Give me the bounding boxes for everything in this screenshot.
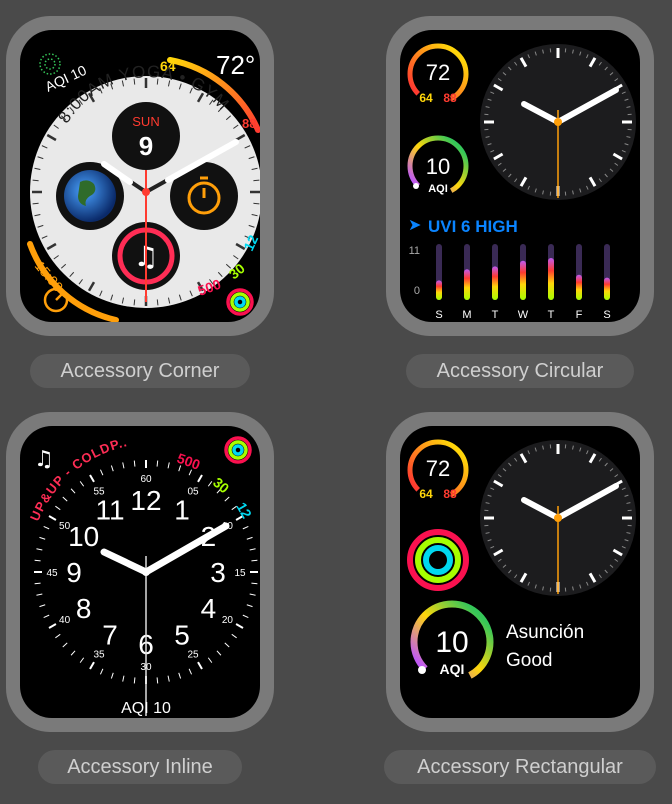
minute-label: 40 [59,615,71,626]
hour-label: 9 [66,557,82,588]
date-label: 9 [139,131,153,161]
activity-rings-icon[interactable] [224,436,252,464]
circular-face: 72 64 88 10 AQI ➤ UVI 6 HIGH 11 0 S M T W T F… [407,43,636,321]
circular-screen: 72 64 88 10 AQI ➤ UVI 6 HIGH 11 0 S M T W T F… [400,30,640,322]
rectangular-face: 72 64 88 10 AQI Asunción Good [407,439,636,684]
watch-inline[interactable]: 600510152025303540455055121234567891011 … [6,412,274,732]
aqi-city[interactable]: Asunción [506,622,584,643]
uvi-day-label: F [576,309,583,321]
uvi-bar [604,277,610,300]
temp-high: 88 [242,116,256,131]
uvi-day-label: W [518,309,529,321]
rectangular-screen: 72 64 88 10 AQI Asunción Good [400,426,640,718]
temp-low: 64 [419,487,433,501]
minute-label: 35 [93,649,105,660]
watch-rectangular[interactable]: 72 64 88 10 AQI Asunción Good [386,412,654,732]
minute-label: 25 [187,649,199,660]
temp-value[interactable]: 72 [426,456,450,481]
uvi-bar [548,258,554,300]
aqi-quality: Good [506,650,552,671]
minute-label: 45 [46,568,58,579]
uvi-bar [520,260,526,300]
watch-circular[interactable]: 72 64 88 10 AQI ➤ UVI 6 HIGH 11 0 S M T W T F… [386,16,654,336]
uvi-axis-min: 0 [414,285,420,297]
aqi-value[interactable]: 10 [435,626,468,659]
hour-label: 1 [174,495,190,526]
aqi-label: AQI [440,661,465,677]
activity-rings-icon[interactable] [407,529,469,591]
hour-label: 11 [95,495,124,526]
activity-rings-icon[interactable] [226,288,254,316]
stand-value: 12 [233,500,255,522]
exercise-value: 30 [210,474,232,496]
uvi-bar [492,266,498,300]
temp-low: 64 [419,91,433,105]
temp-high: 88 [443,91,457,105]
label-accessory-corner: Accessory Corner [30,354,250,388]
uvi-day-label: S [603,309,610,321]
hour-label: 4 [201,593,217,624]
hour-label: 7 [102,619,118,650]
uvi-bars: SMTWTFS [435,244,611,321]
aqi-label: AQI [428,183,448,195]
inline-screen: 600510152025303540455055121234567891011 … [20,426,260,718]
uvi-bar [576,274,582,300]
temp-value[interactable]: 72° [216,50,255,80]
uvi-day-label: T [548,309,555,321]
day-label: SUN [132,114,159,129]
uvi-title[interactable]: UVI 6 HIGH [428,217,518,236]
corner-face: 64 72° 88 AQI 10 8:00AM YOGA • GYM SUN 9 [27,50,260,322]
aqi-inline[interactable]: AQI 10 [121,700,171,717]
watch-corner[interactable]: 64 72° 88 AQI 10 8:00AM YOGA • GYM SUN 9 [6,16,274,336]
aqi-value[interactable]: 10 [426,154,450,179]
music-note-icon[interactable]: ♫ [34,447,54,472]
aqi-dots-icon [39,53,61,75]
minute-label: 15 [234,568,246,579]
temp-value[interactable]: 72 [426,60,450,85]
label-accessory-inline: Accessory Inline [38,750,242,784]
uvi-bar [464,269,470,300]
location-arrow-icon: ➤ [408,215,421,234]
hour-label: 3 [210,557,226,588]
minute-label: 60 [140,474,152,485]
uvi-bar [436,280,442,300]
hour-label: 5 [174,619,190,650]
inline-face: 600510152025303540455055121234567891011 … [20,426,258,717]
corner-screen: 64 72° 88 AQI 10 8:00AM YOGA • GYM SUN 9 [20,30,260,322]
uvi-day-label: S [435,309,442,321]
uvi-day-label: T [492,309,499,321]
minute-label: 20 [222,615,234,626]
temp-high: 88 [443,487,457,501]
uvi-day-label: M [462,309,471,321]
uvi-axis-max: 11 [409,245,420,257]
label-accessory-rectangular: Accessory Rectangular [384,750,656,784]
label-accessory-circular: Accessory Circular [406,354,634,388]
hour-label: 12 [130,485,161,516]
hour-label: 8 [76,593,92,624]
